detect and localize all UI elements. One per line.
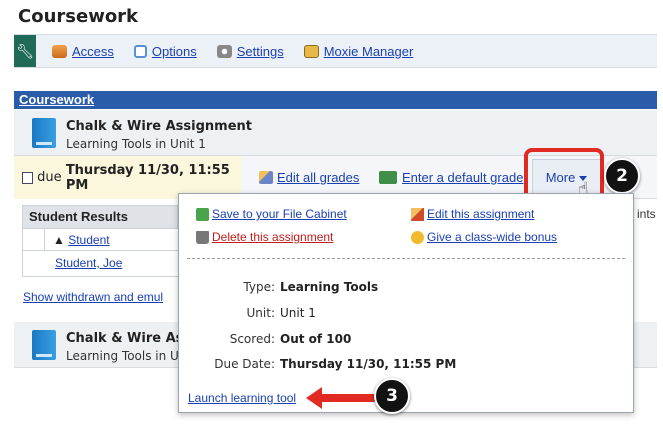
assignment-unit-2: Learning Tools in U bbox=[66, 349, 179, 363]
unit-value: Unit 1 bbox=[280, 306, 316, 320]
pencil-icon bbox=[411, 207, 424, 221]
default-grade-icon bbox=[379, 171, 397, 184]
assignment-title-2: Chalk & Wire Ass bbox=[66, 331, 192, 346]
table-row: Student, Joe bbox=[22, 251, 178, 277]
unit-label: Unit: bbox=[246, 306, 275, 320]
unit-row: Unit: Unit 1 bbox=[179, 306, 316, 320]
more-menu-popup: Save to your File Cabinet Edit this assi… bbox=[178, 193, 634, 413]
edit-all-grades-label[interactable]: Edit all grades bbox=[277, 170, 359, 185]
enter-default-grade-label[interactable]: Enter a default grade bbox=[402, 170, 523, 185]
student-column-label[interactable]: Student bbox=[68, 233, 109, 247]
book-icon bbox=[32, 118, 56, 148]
nav-settings[interactable]: Settings bbox=[216, 44, 284, 59]
nav-moxie-label[interactable]: Moxie Manager bbox=[324, 44, 414, 59]
nav-moxie-manager[interactable]: Moxie Manager bbox=[303, 44, 414, 59]
edit-all-grades-button[interactable]: Edit all grades bbox=[259, 170, 359, 185]
delete-label[interactable]: Delete this assignment bbox=[212, 230, 333, 244]
due-row: Due Date: Thursday 11/30, 11:55 PM bbox=[179, 357, 456, 371]
callout-2: 2 bbox=[604, 158, 640, 194]
type-row: Type: Learning Tools bbox=[179, 280, 378, 294]
page-title: Coursework bbox=[18, 6, 139, 27]
options-icon bbox=[133, 44, 147, 58]
student-column-sort[interactable]: ▲ Student bbox=[45, 233, 110, 247]
delete-assignment[interactable]: Delete this assignment bbox=[196, 230, 333, 244]
save-icon bbox=[196, 207, 209, 221]
assignment-unit: Learning Tools in Unit 1 bbox=[66, 137, 206, 151]
top-nav-bar: 🔧︎ Access Options Settings Moxie Manager bbox=[14, 34, 657, 68]
nav-options[interactable]: Options bbox=[133, 44, 197, 59]
gear-icon bbox=[216, 44, 232, 58]
nav-settings-label[interactable]: Settings bbox=[237, 44, 284, 59]
scored-value: Out of 100 bbox=[280, 332, 352, 346]
points-text: ints bbox=[637, 207, 656, 221]
save-label[interactable]: Save to your File Cabinet bbox=[212, 207, 347, 221]
launch-learning-tool-link[interactable]: Launch learning tool bbox=[188, 391, 296, 405]
results-header: Student Results bbox=[22, 205, 178, 229]
wrench-icon[interactable]: 🔧︎ bbox=[14, 35, 36, 67]
scored-label: Scored: bbox=[229, 332, 275, 346]
class-wide-bonus[interactable]: Give a class-wide bonus bbox=[411, 230, 557, 244]
type-value: Learning Tools bbox=[280, 280, 379, 294]
due-value: Thursday 11/30, 11:55 PM bbox=[280, 357, 457, 371]
results-column-header: ▲ Student bbox=[22, 228, 178, 251]
show-withdrawn-link[interactable]: Show withdrawn and emul bbox=[23, 290, 177, 304]
book-icon bbox=[32, 330, 56, 360]
due-label: Due Date: bbox=[214, 357, 275, 371]
student-link[interactable]: Student, Joe bbox=[55, 256, 122, 270]
award-icon bbox=[411, 230, 424, 244]
assignment-title: Chalk & Wire Assignment bbox=[66, 119, 252, 134]
due-prefix: due bbox=[37, 170, 62, 185]
section-header: Coursework bbox=[14, 91, 657, 109]
moxie-icon bbox=[303, 44, 319, 58]
section-header-link[interactable]: Coursework bbox=[19, 92, 94, 107]
scored-row: Scored: Out of 100 bbox=[179, 332, 352, 346]
student-results-table: Student Results ▲ Student Student, Joe bbox=[22, 205, 178, 277]
enter-default-grade-button[interactable]: Enter a default grade bbox=[379, 170, 523, 185]
red-arrow-icon bbox=[306, 387, 378, 409]
edit-assignment[interactable]: Edit this assignment bbox=[411, 207, 534, 221]
checkbox-column bbox=[23, 228, 45, 251]
edit-grades-icon bbox=[259, 171, 273, 184]
due-date: Thursday 11/30, 11:55 PM bbox=[65, 162, 230, 193]
save-to-file-cabinet[interactable]: Save to your File Cabinet bbox=[196, 207, 347, 221]
bonus-label[interactable]: Give a class-wide bonus bbox=[427, 230, 557, 244]
people-icon bbox=[52, 44, 67, 58]
edit-label[interactable]: Edit this assignment bbox=[427, 207, 534, 221]
divider bbox=[187, 258, 625, 259]
nav-options-label[interactable]: Options bbox=[152, 44, 197, 59]
nav-access[interactable]: Access bbox=[52, 44, 114, 59]
trash-icon bbox=[196, 230, 209, 244]
callout-3: 3 bbox=[374, 378, 410, 414]
type-label: Type: bbox=[243, 280, 275, 294]
nav-access-label[interactable]: Access bbox=[72, 44, 114, 59]
calendar-icon bbox=[22, 171, 34, 184]
